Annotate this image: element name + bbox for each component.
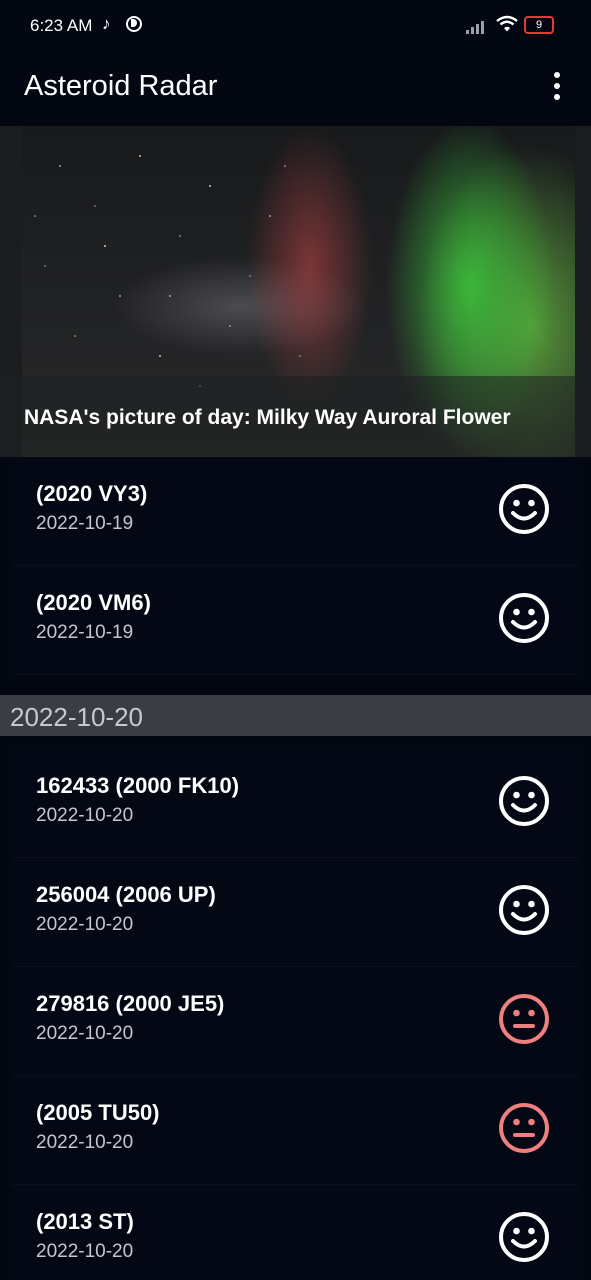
- section-header-label: 2022-10-20: [10, 702, 143, 732]
- asteroid-approach-date: 2022-10-20: [36, 1241, 134, 1262]
- more-vert-icon[interactable]: [540, 66, 574, 106]
- status-bar: 6:23 AM ♪ 9: [0, 0, 591, 52]
- neutral-face-icon: [499, 994, 549, 1044]
- asteroid-name: 256004 (2006 UP): [36, 882, 216, 907]
- asteroid-approach-date: 2022-10-20: [36, 1132, 134, 1153]
- happy-face-icon: [499, 484, 549, 534]
- asteroid-list-item[interactable]: 279816 (2000 JE5) 2022-10-20: [12, 967, 578, 1076]
- wifi-icon: [496, 15, 518, 32]
- asteroid-list-item[interactable]: (2020 VY3) 2022-10-19: [12, 457, 578, 566]
- happy-face-icon: [499, 885, 549, 935]
- date-section-header: 2022-10-20: [0, 695, 591, 736]
- asteroid-list-item[interactable]: (2020 VM6) 2022-10-19: [12, 566, 578, 675]
- cellular-signal-icon: [466, 18, 488, 34]
- asteroid-list-item[interactable]: 162433 (2000 FK10) 2022-10-20: [12, 749, 578, 858]
- asteroid-list-item[interactable]: 256004 (2006 UP) 2022-10-20: [12, 858, 578, 967]
- app-title: Asteroid Radar: [24, 70, 218, 102]
- asteroid-approach-date: 2022-10-20: [36, 805, 134, 826]
- data-saver-icon: [126, 16, 142, 32]
- music-notification-icon: ♪: [102, 14, 111, 33]
- asteroid-name: (2020 VM6): [36, 590, 151, 615]
- neutral-face-icon: [499, 1103, 549, 1153]
- picture-of-day-caption: NASA's picture of day: Milky Way Auroral…: [24, 406, 511, 429]
- app-toolbar: Asteroid Radar: [0, 52, 591, 126]
- asteroid-approach-date: 2022-10-20: [36, 914, 134, 935]
- asteroid-list-item[interactable]: (2005 TU50) 2022-10-20: [12, 1076, 578, 1185]
- asteroid-name: (2020 VY3): [36, 481, 148, 506]
- asteroid-approach-date: 2022-10-19: [36, 622, 134, 643]
- asteroid-name: 162433 (2000 FK10): [36, 773, 240, 798]
- asteroid-approach-date: 2022-10-19: [36, 513, 134, 534]
- asteroid-name: 279816 (2000 JE5): [36, 991, 225, 1016]
- battery-icon: 9: [524, 16, 554, 34]
- asteroid-name: (2013 ST): [36, 1209, 134, 1234]
- status-time: 6:23 AM: [30, 16, 93, 35]
- asteroid-name: (2005 TU50): [36, 1100, 160, 1125]
- happy-face-icon: [499, 776, 549, 826]
- happy-face-icon: [499, 593, 549, 643]
- asteroid-approach-date: 2022-10-20: [36, 1023, 134, 1044]
- picture-of-day[interactable]: NASA's picture of day: Milky Way Auroral…: [0, 126, 591, 457]
- happy-face-icon: [499, 1212, 549, 1262]
- asteroid-list-item[interactable]: (2013 ST) 2022-10-20: [12, 1185, 578, 1280]
